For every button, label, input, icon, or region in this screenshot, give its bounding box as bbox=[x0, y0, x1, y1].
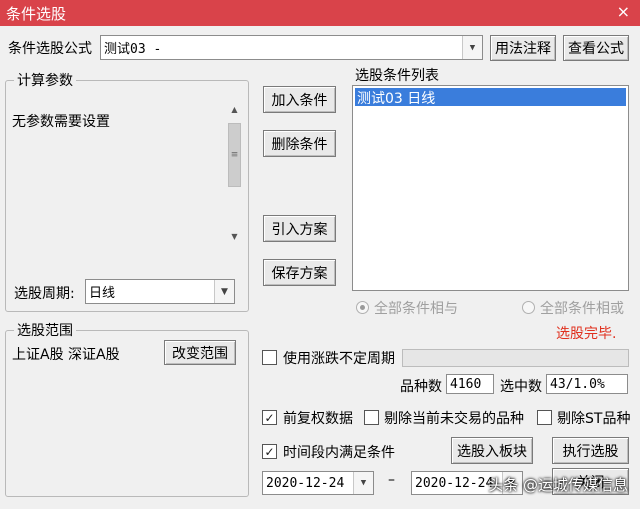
scroll-down-icon[interactable]: ▼ bbox=[226, 228, 243, 245]
period-combobox[interactable]: 日线 ▼ bbox=[85, 279, 235, 304]
import-scheme-button[interactable]: 引入方案 bbox=[263, 215, 336, 242]
status-text: 选股完毕. bbox=[556, 326, 617, 342]
to-block-button[interactable]: 选股入板块 bbox=[451, 437, 533, 464]
forward-adjust-label: 前复权数据 bbox=[283, 411, 353, 427]
time-range-label: 时间段内满足条件 bbox=[283, 445, 395, 461]
scroll-up-icon[interactable]: ▲ bbox=[226, 101, 243, 118]
scroll-thumb[interactable]: ≡ bbox=[228, 123, 241, 187]
condition-list-title: 选股条件列表 bbox=[355, 68, 439, 84]
radio-all-and-label: 全部条件相与 bbox=[374, 301, 458, 317]
execute-screen-button[interactable]: 执行选股 bbox=[552, 437, 629, 464]
date-to-value: 2020-12-24 bbox=[415, 475, 494, 491]
calc-params-title: 计算参数 bbox=[14, 70, 76, 90]
view-formula-button[interactable]: 查看公式 bbox=[563, 35, 629, 61]
title-bar: 条件选股 × bbox=[0, 0, 640, 26]
usage-notes-button[interactable]: 用法注释 bbox=[490, 35, 556, 61]
dropdown-arrow-icon[interactable]: ▼ bbox=[353, 472, 373, 494]
date-from-value: 2020-12-24 bbox=[266, 475, 345, 491]
selected-value: 43/1.0% bbox=[550, 376, 605, 392]
change-scope-button[interactable]: 改变范围 bbox=[164, 340, 236, 365]
progress-bar bbox=[402, 349, 629, 367]
time-range-checkbox[interactable]: ✓ bbox=[262, 444, 277, 459]
period-label: 选股周期: bbox=[14, 286, 75, 302]
condition-list-item[interactable]: 测试03 日线 bbox=[355, 88, 626, 107]
forward-adjust-checkbox[interactable]: ✓ bbox=[262, 410, 277, 425]
exclude-no-trade-label: 剔除当前未交易的品种 bbox=[384, 411, 524, 427]
check-icon: ✓ bbox=[264, 410, 275, 425]
selected-field: 43/1.0% bbox=[546, 374, 628, 394]
count-label: 品种数 bbox=[400, 379, 442, 395]
date-from-picker[interactable]: 2020-12-24 ▼ bbox=[262, 471, 374, 495]
exclude-st-label: 剔除ST品种 bbox=[557, 411, 631, 427]
unfixed-period-label: 使用涨跌不定周期 bbox=[283, 351, 395, 367]
close-icon[interactable]: × bbox=[617, 2, 630, 21]
dropdown-arrow-icon[interactable]: ▼ bbox=[214, 280, 234, 303]
exclude-st-checkbox[interactable] bbox=[537, 410, 552, 425]
save-scheme-button[interactable]: 保存方案 bbox=[263, 259, 336, 286]
stock-screener-window: 条件选股 × 条件选股公式 测试03 - ▼ 用法注释 查看公式 计算参数 无参… bbox=[0, 0, 640, 509]
add-condition-button[interactable]: 加入条件 bbox=[263, 86, 336, 113]
unfixed-period-checkbox[interactable] bbox=[262, 350, 277, 365]
formula-value: 测试03 - bbox=[104, 42, 162, 57]
radio-all-or[interactable] bbox=[522, 301, 535, 314]
dropdown-arrow-icon[interactable]: ▼ bbox=[462, 36, 482, 59]
exclude-no-trade-checkbox[interactable] bbox=[364, 410, 379, 425]
scope-value: 上证A股 深证A股 bbox=[12, 347, 120, 363]
check-icon: ✓ bbox=[264, 444, 275, 459]
scope-title: 选股范围 bbox=[14, 320, 76, 340]
count-field: 4160 bbox=[446, 374, 494, 394]
selected-label: 选中数 bbox=[500, 379, 542, 395]
period-value: 日线 bbox=[89, 286, 116, 301]
condition-listbox[interactable]: 测试03 日线 bbox=[352, 85, 629, 291]
watermark-text: 头条 @运城传媒信息 bbox=[488, 476, 628, 494]
date-range-dash: – bbox=[388, 472, 395, 488]
delete-condition-button[interactable]: 删除条件 bbox=[263, 130, 336, 157]
count-value: 4160 bbox=[450, 376, 482, 392]
radio-all-or-label: 全部条件相或 bbox=[540, 301, 624, 317]
window-title: 条件选股 bbox=[6, 5, 67, 23]
params-scrollbar[interactable]: ▲ ≡ ▼ bbox=[226, 101, 243, 245]
no-params-message: 无参数需要设置 bbox=[12, 114, 110, 130]
formula-combobox[interactable]: 测试03 - ▼ bbox=[100, 35, 483, 60]
formula-label: 条件选股公式 bbox=[8, 41, 92, 57]
radio-all-and[interactable] bbox=[356, 301, 369, 314]
